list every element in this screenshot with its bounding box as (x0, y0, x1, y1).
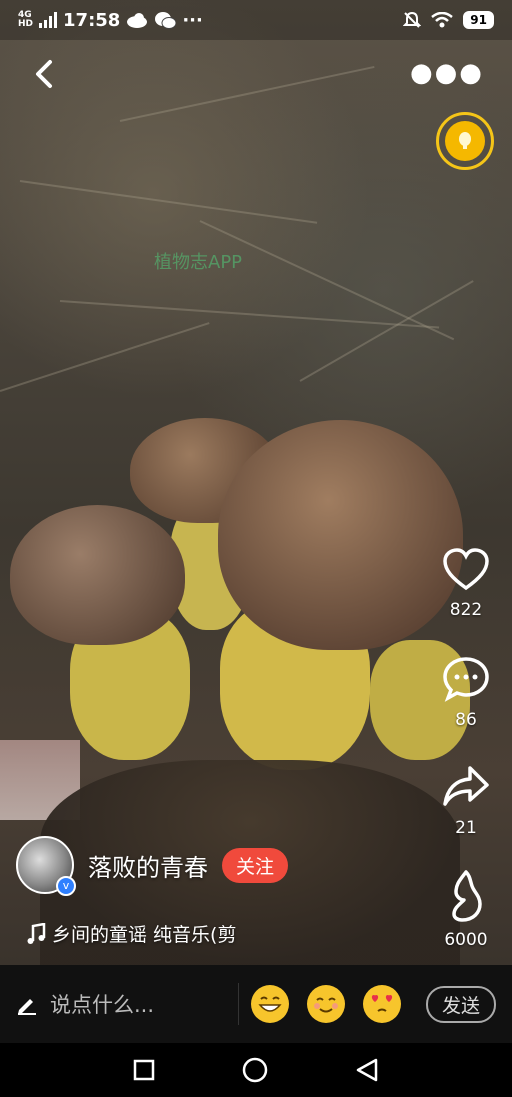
like-count: 822 (449, 600, 483, 620)
avatar[interactable]: v (16, 836, 76, 896)
comment-input[interactable]: 说点什么... (16, 983, 239, 1025)
music-note-icon (27, 922, 46, 944)
music-row[interactable]: 乡间的童谣 纯音乐(剪 (26, 920, 236, 947)
comment-bar: 说点什么... 发送 (0, 965, 512, 1043)
grin-emoji-icon[interactable] (251, 985, 289, 1023)
status-time: 17:58 (63, 9, 121, 31)
cloud-icon (127, 13, 148, 28)
share-count: 21 (455, 818, 477, 838)
flame-icon (452, 870, 482, 922)
send-button[interactable]: 发送 (425, 985, 496, 1023)
app-watermark: 植物志APP (154, 252, 243, 273)
music-title: 乡间的童谣 纯音乐(剪 (52, 924, 237, 946)
comment-placeholder: 说点什么... (50, 993, 155, 1017)
mushroom-cap (218, 420, 463, 650)
status-bar: 4G HD 17:58 ··· 91 (0, 0, 512, 40)
more-dots-icon[interactable]: ●●● (410, 60, 484, 86)
twig-decoration (19, 180, 318, 224)
pencil-icon (18, 999, 36, 1015)
verified-badge-icon: v (56, 876, 76, 896)
twig-decoration (199, 220, 455, 341)
like-button[interactable]: 822 (440, 548, 492, 620)
comment-bubble-icon (443, 657, 489, 702)
network-sub-label: HD (18, 19, 34, 29)
back-triangle-icon[interactable] (354, 1057, 380, 1083)
battery-indicator: 91 (463, 11, 494, 29)
author-name[interactable]: 落败的青春 (88, 848, 208, 883)
share-arrow-icon (443, 766, 489, 806)
twig-decoration (119, 65, 375, 122)
twig-decoration (299, 280, 474, 382)
system-nav-bar (0, 1043, 512, 1097)
signal-icon (39, 12, 58, 28)
gold-coin-icon (445, 121, 485, 161)
author-row: v 落败的青春 关注 (16, 836, 289, 896)
wechat-icon (155, 12, 177, 29)
follow-button[interactable]: 关注 (222, 847, 289, 883)
smile-emoji-icon[interactable] (307, 985, 345, 1023)
video-player[interactable] (0, 0, 512, 965)
quick-emoji-list (251, 985, 401, 1023)
mute-bell-icon (403, 11, 422, 28)
heart-eyes-emoji-icon[interactable] (363, 985, 401, 1023)
gift-button[interactable]: 6000 (440, 870, 492, 950)
gold-coin-button[interactable] (436, 112, 494, 170)
home-circle-icon[interactable] (241, 1056, 269, 1084)
heart-icon (443, 548, 489, 591)
back-arrow-icon[interactable] (30, 56, 60, 92)
recents-square-icon[interactable] (132, 1058, 156, 1082)
twig-decoration (0, 322, 210, 392)
wifi-icon (431, 12, 454, 28)
comment-count: 86 (455, 710, 477, 730)
comment-button[interactable]: 86 (440, 656, 492, 730)
share-button[interactable]: 21 (440, 764, 492, 838)
mushroom-cap (10, 505, 185, 645)
more-notifications-icon: ··· (182, 9, 203, 31)
network-indicator: 4G HD (18, 11, 33, 29)
gift-count: 6000 (444, 930, 488, 950)
